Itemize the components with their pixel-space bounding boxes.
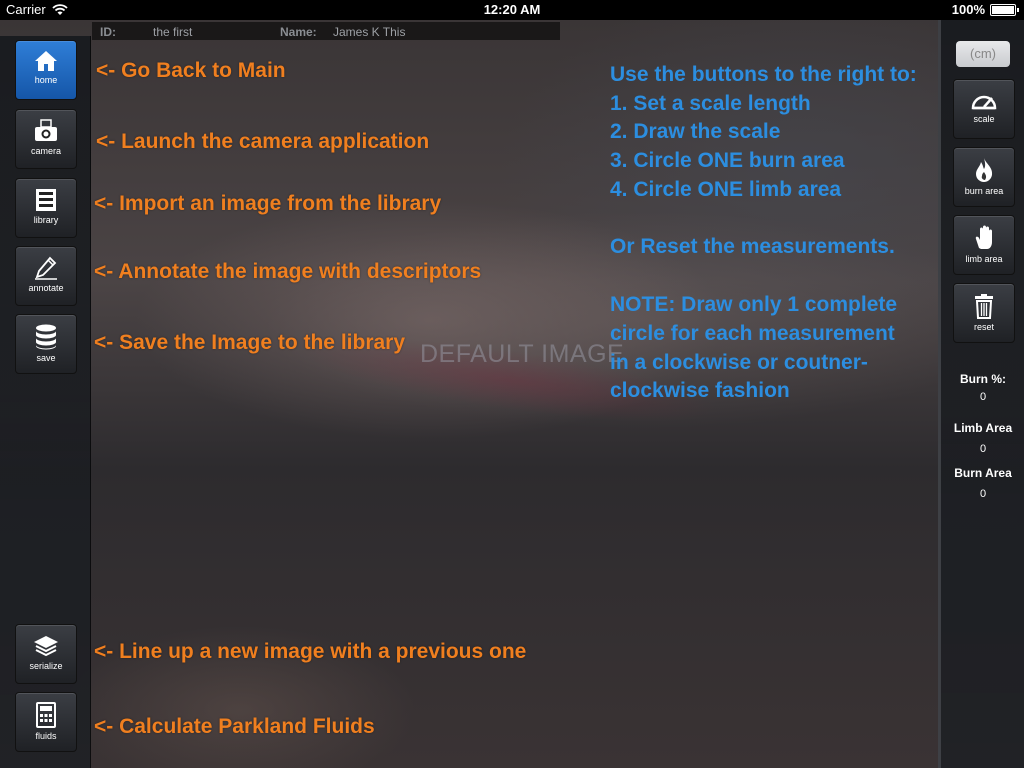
id-label: ID: — [100, 25, 116, 39]
fluids-label: fluids — [35, 731, 57, 741]
layers-icon — [34, 636, 58, 657]
camera-button[interactable]: camera — [15, 109, 77, 169]
limb-area-stat-label: Limb Area — [953, 421, 1013, 435]
id-value: the first — [153, 25, 193, 39]
gauge-icon — [971, 95, 997, 110]
home-icon — [35, 51, 57, 71]
clock: 12:20 AM — [483, 2, 541, 17]
instruction-line: 1. Set a scale length — [610, 92, 811, 115]
scale-label: scale — [973, 114, 995, 124]
burn-percent-label: Burn %: — [960, 372, 1006, 386]
hand-icon — [975, 225, 992, 249]
calculator-icon — [36, 702, 56, 728]
annotate-button[interactable]: annotate — [15, 246, 77, 306]
battery-percent: 100% — [951, 2, 985, 17]
default-image-label: DEFAULT IMAGE — [420, 340, 625, 368]
flame-icon — [976, 158, 993, 182]
limb-area-label: limb area — [965, 254, 1003, 264]
instruction-line: Or Reset the measurements. — [610, 235, 895, 258]
patient-info-bar: ID: the first Name: James K This — [92, 22, 560, 40]
instruction-line: in a clockwise or coutner- — [610, 351, 868, 374]
scale-length-field[interactable]: (cm) — [956, 41, 1010, 67]
limb-area-value: 0 — [979, 443, 987, 455]
serialize-label: serialize — [29, 661, 63, 671]
instruction-line: circle for each measurement — [610, 322, 895, 345]
serialize-button[interactable]: serialize — [15, 624, 77, 684]
instruction-line: Use the buttons to the right to: — [610, 63, 917, 86]
save-label: save — [36, 353, 56, 363]
instruction-line: clockwise fashion — [610, 379, 790, 402]
instruction-line: 4. Circle ONE limb area — [610, 178, 842, 201]
save-button[interactable]: save — [15, 314, 77, 374]
annotation-fluids: <- Calculate Parkland Fluids — [94, 715, 375, 738]
instruction-line: 3. Circle ONE burn area — [610, 149, 845, 172]
annotation-save: <- Save the Image to the library — [94, 331, 406, 354]
instruction-line: 2. Draw the scale — [610, 120, 781, 143]
status-bar: Carrier 12:20 AM 100% — [0, 0, 1024, 20]
home-label: home — [34, 75, 58, 85]
library-button[interactable]: library — [15, 178, 77, 238]
annotation-library: <- Import an image from the library — [94, 192, 442, 215]
annotation-serialize: <- Line up a new image with a previous o… — [94, 640, 527, 663]
library-label: library — [33, 215, 59, 225]
burn-area-button[interactable]: burn area — [953, 147, 1015, 207]
burn-percent-value: 0 — [979, 391, 987, 403]
camera-icon — [35, 119, 57, 141]
trash-icon — [975, 294, 993, 319]
instruction-line: NOTE: Draw only 1 complete — [610, 293, 898, 316]
limb-area-button[interactable]: limb area — [953, 215, 1015, 275]
camera-label: camera — [30, 146, 61, 156]
home-button[interactable]: home — [15, 40, 77, 100]
reset-button[interactable]: reset — [953, 283, 1015, 343]
library-icon — [36, 189, 56, 211]
name-label: Name: — [280, 25, 317, 39]
reset-label: reset — [973, 322, 994, 332]
pen-icon — [35, 256, 57, 280]
annotation-home: <- Go Back to Main — [96, 59, 286, 82]
burn-area-value: 0 — [979, 488, 987, 500]
annotation-annotate: <- Annotate the image with descriptors — [94, 260, 482, 283]
burn-area-label: burn area — [964, 186, 1004, 196]
battery-info: 100% — [951, 2, 1019, 17]
annotation-camera: <- Launch the camera application — [96, 130, 430, 153]
burn-area-stat-label: Burn Area — [954, 466, 1012, 480]
name-value: James K This — [333, 25, 406, 39]
database-icon — [36, 324, 56, 350]
annotate-label: annotate — [28, 283, 64, 293]
scale-button[interactable]: scale — [953, 79, 1015, 139]
fluids-button[interactable]: fluids — [15, 692, 77, 752]
battery-icon — [990, 3, 1019, 16]
